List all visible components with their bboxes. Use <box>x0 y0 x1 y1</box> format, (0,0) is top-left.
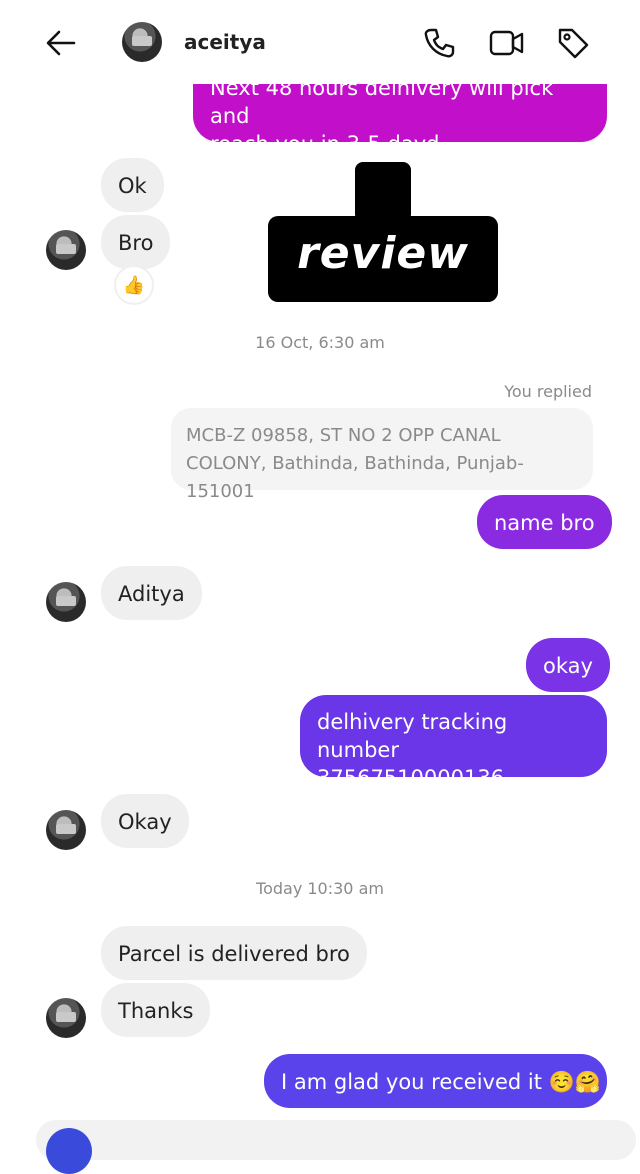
phone-icon <box>424 28 455 58</box>
you-replied-label: You replied <box>504 382 592 401</box>
chat-header: aceitya <box>0 0 640 84</box>
contact-name[interactable]: aceitya <box>184 30 266 54</box>
message-outgoing[interactable]: delhivery tracking number 37567510000136 <box>300 695 607 790</box>
message-outgoing[interactable]: name bro <box>477 495 612 549</box>
video-call-button[interactable] <box>486 22 528 64</box>
review-tab-shape <box>355 162 411 222</box>
message-outgoing[interactable]: I am glad you received it ☺️🤗 <box>264 1054 607 1108</box>
message-incoming[interactable]: Parcel is delivered bro <box>101 926 367 980</box>
tag-icon <box>558 28 589 59</box>
sender-avatar[interactable] <box>46 998 86 1038</box>
message-incoming[interactable]: Bro <box>101 215 171 269</box>
quoted-reply[interactable]: MCB-Z 09858, ST NO 2 OPP CANAL COLONY, B… <box>171 408 593 502</box>
review-label-graphic: review <box>268 162 498 302</box>
voice-call-button[interactable] <box>418 22 460 64</box>
video-camera-icon <box>489 30 524 56</box>
thumbs-up-reaction[interactable]: 👍 <box>114 265 154 305</box>
back-button[interactable] <box>40 22 82 64</box>
tag-button[interactable] <box>552 22 594 64</box>
camera-button[interactable] <box>46 1128 92 1174</box>
message-incoming[interactable]: Ok <box>101 158 164 212</box>
review-text: review <box>297 228 469 279</box>
message-outgoing[interactable]: okay <box>526 638 610 692</box>
sender-avatar[interactable] <box>46 810 86 850</box>
timestamp: 16 Oct, 6:30 am <box>255 333 385 352</box>
sender-avatar[interactable] <box>46 582 86 622</box>
back-arrow-icon <box>46 30 76 56</box>
timestamp: Today 10:30 am <box>256 879 384 898</box>
message-incoming[interactable]: Okay <box>101 794 189 848</box>
message-composer[interactable] <box>36 1120 636 1174</box>
sender-avatar[interactable] <box>46 230 86 270</box>
contact-avatar[interactable] <box>122 22 162 62</box>
message-incoming[interactable]: Aditya <box>101 566 202 620</box>
message-incoming[interactable]: Thanks <box>101 983 211 1037</box>
